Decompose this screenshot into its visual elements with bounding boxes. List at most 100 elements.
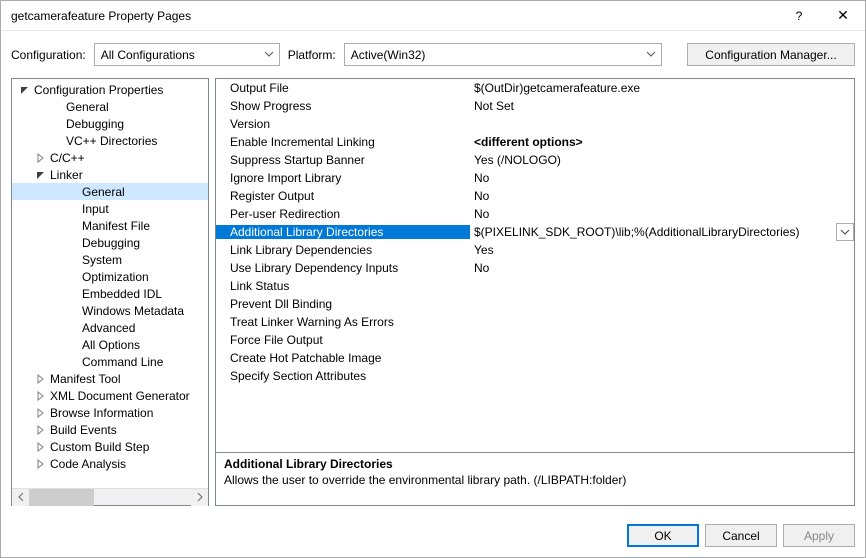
property-row[interactable]: Output File$(OutDir)getcamerafeature.exe (216, 79, 854, 97)
scroll-track[interactable] (29, 489, 191, 506)
configuration-manager-button[interactable]: Configuration Manager... (687, 43, 855, 66)
property-value[interactable]: $(OutDir)getcamerafeature.exe (470, 81, 854, 95)
description-title: Additional Library Directories (224, 457, 846, 471)
property-name: Output File (216, 81, 470, 95)
tree-item[interactable]: General (12, 183, 208, 200)
titlebar: getcamerafeature Property Pages ? ✕ (1, 1, 865, 31)
tree-item-label: Configuration Properties (32, 83, 163, 97)
property-dropdown-button[interactable] (836, 223, 854, 241)
help-button[interactable]: ? (777, 1, 821, 31)
tree-item[interactable]: Advanced (12, 319, 208, 336)
expander-closed-icon[interactable] (34, 442, 48, 452)
tree-item[interactable]: Input (12, 200, 208, 217)
tree-item[interactable]: Optimization (12, 268, 208, 285)
tree-item[interactable]: C/C++ (12, 149, 208, 166)
tree-item[interactable]: XML Document Generator (12, 387, 208, 404)
tree-item[interactable]: System (12, 251, 208, 268)
expander-closed-icon[interactable] (34, 374, 48, 384)
property-row[interactable]: Create Hot Patchable Image (216, 349, 854, 367)
property-row[interactable]: Suppress Startup BannerYes (/NOLOGO) (216, 151, 854, 169)
expander-closed-icon[interactable] (34, 425, 48, 435)
platform-select[interactable]: Active(Win32) (344, 43, 662, 66)
cancel-button[interactable]: Cancel (705, 524, 777, 547)
right-panel: Output File$(OutDir)getcamerafeature.exe… (215, 78, 855, 506)
property-row[interactable]: Ignore Import LibraryNo (216, 169, 854, 187)
tree-item[interactable]: Windows Metadata (12, 302, 208, 319)
platform-value: Active(Win32) (351, 48, 426, 62)
horizontal-scrollbar[interactable] (12, 488, 208, 505)
property-name: Enable Incremental Linking (216, 135, 470, 149)
tree-item[interactable]: Build Events (12, 421, 208, 438)
property-row[interactable]: Force File Output (216, 331, 854, 349)
chevron-down-icon (840, 227, 850, 237)
property-value[interactable]: No (470, 261, 854, 275)
tree-item[interactable]: Manifest Tool (12, 370, 208, 387)
tree-item-label: Linker (48, 168, 83, 182)
property-value[interactable]: No (470, 171, 854, 185)
tree-item-label: Input (80, 202, 109, 216)
tree-item-label: Embedded IDL (80, 287, 162, 301)
close-button[interactable]: ✕ (821, 1, 865, 31)
scroll-left-button[interactable] (12, 489, 29, 506)
tree-item[interactable]: Browse Information (12, 404, 208, 421)
button-label: OK (654, 529, 671, 543)
property-row[interactable]: Register OutputNo (216, 187, 854, 205)
tree-item-label: Browse Information (48, 406, 153, 420)
property-row[interactable]: Per-user RedirectionNo (216, 205, 854, 223)
chevron-down-icon (645, 48, 657, 60)
property-name: Specify Section Attributes (216, 369, 470, 383)
property-row[interactable]: Use Library Dependency InputsNo (216, 259, 854, 277)
tree-view[interactable]: Configuration PropertiesGeneralDebugging… (12, 79, 208, 488)
tree-item[interactable]: All Options (12, 336, 208, 353)
expander-open-icon[interactable] (18, 85, 32, 95)
property-row[interactable]: Show ProgressNot Set (216, 97, 854, 115)
tree-item[interactable]: Linker (12, 166, 208, 183)
tree-item-label: System (80, 253, 122, 267)
expander-open-icon[interactable] (34, 170, 48, 180)
property-value[interactable]: Yes (470, 243, 854, 257)
tree-item[interactable]: VC++ Directories (12, 132, 208, 149)
button-label: Cancel (722, 529, 759, 543)
property-row[interactable]: Specify Section Attributes (216, 367, 854, 385)
property-row[interactable]: Link Library DependenciesYes (216, 241, 854, 259)
property-value[interactable]: Yes (/NOLOGO) (470, 153, 854, 167)
tree-item-label: Code Analysis (48, 457, 126, 471)
property-row[interactable]: Additional Library Directories$(PIXELINK… (216, 223, 854, 241)
tree-item-label: Optimization (80, 270, 149, 284)
chevron-down-icon (263, 48, 275, 60)
tree-item[interactable]: Configuration Properties (12, 81, 208, 98)
tree-panel: Configuration PropertiesGeneralDebugging… (11, 78, 209, 506)
property-value[interactable]: No (470, 207, 854, 221)
property-row[interactable]: Version (216, 115, 854, 133)
property-name: Link Library Dependencies (216, 243, 470, 257)
tree-item[interactable]: Custom Build Step (12, 438, 208, 455)
expander-closed-icon[interactable] (34, 459, 48, 469)
ok-button[interactable]: OK (627, 524, 699, 547)
scroll-right-button[interactable] (191, 489, 208, 506)
tree-item[interactable]: Embedded IDL (12, 285, 208, 302)
expander-closed-icon[interactable] (34, 391, 48, 401)
expander-closed-icon[interactable] (34, 153, 48, 163)
tree-item[interactable]: Command Line (12, 353, 208, 370)
property-value[interactable]: Not Set (470, 99, 854, 113)
tree-item-label: Manifest File (80, 219, 150, 233)
property-row[interactable]: Treat Linker Warning As Errors (216, 313, 854, 331)
property-row[interactable]: Prevent Dll Binding (216, 295, 854, 313)
property-value[interactable]: $(PIXELINK_SDK_ROOT)\lib;%(AdditionalLib… (470, 225, 836, 239)
property-row[interactable]: Link Status (216, 277, 854, 295)
tree-item[interactable]: General (12, 98, 208, 115)
tree-item[interactable]: Debugging (12, 234, 208, 251)
property-grid-rows[interactable]: Output File$(OutDir)getcamerafeature.exe… (216, 79, 854, 452)
apply-button[interactable]: Apply (783, 524, 855, 547)
tree-item[interactable]: Manifest File (12, 217, 208, 234)
tree-item[interactable]: Code Analysis (12, 455, 208, 472)
main-area: Configuration PropertiesGeneralDebugging… (1, 78, 865, 514)
property-value[interactable]: No (470, 189, 854, 203)
configuration-select[interactable]: All Configurations (94, 43, 280, 66)
property-row[interactable]: Enable Incremental Linking<different opt… (216, 133, 854, 151)
tree-item-label: VC++ Directories (64, 134, 157, 148)
scroll-thumb[interactable] (29, 489, 94, 506)
tree-item[interactable]: Debugging (12, 115, 208, 132)
expander-closed-icon[interactable] (34, 408, 48, 418)
property-value[interactable]: <different options> (470, 135, 854, 149)
